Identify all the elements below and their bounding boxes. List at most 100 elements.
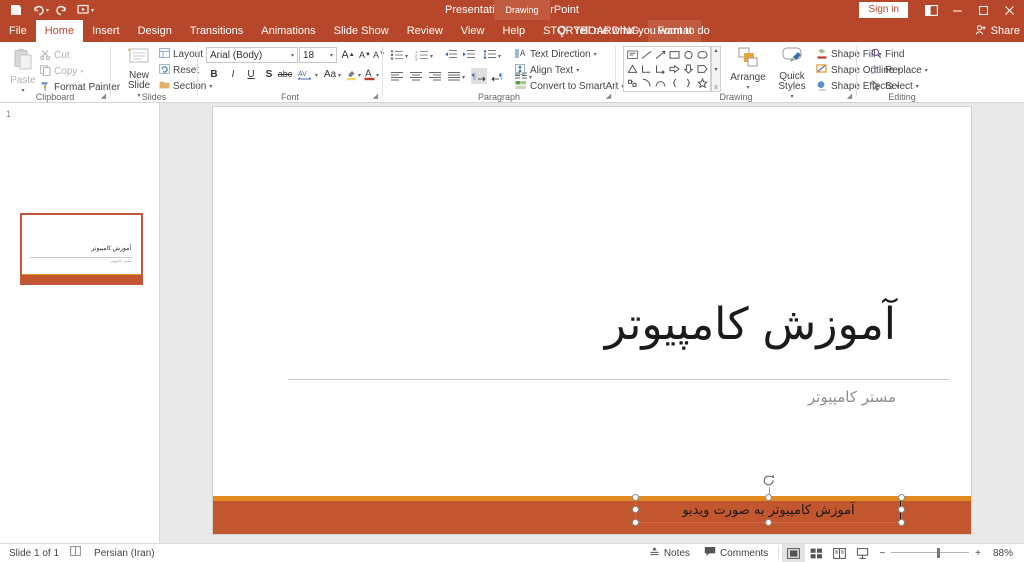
find-button[interactable]: Find (871, 47, 904, 62)
shape-star-icon[interactable] (695, 76, 709, 90)
replace-dropdown-icon[interactable]: ▾ (925, 67, 928, 74)
minimize-icon[interactable] (944, 0, 970, 20)
language-label[interactable]: Persian (Iran) (94, 548, 155, 559)
bullets-dropdown-icon[interactable]: ▾ (405, 53, 408, 60)
shape-arrow-icon[interactable] (653, 48, 667, 62)
close-icon[interactable] (996, 0, 1022, 20)
normal-view-button[interactable] (782, 544, 806, 562)
slide-canvas[interactable]: آموزش کامپیوتر مستر کامپیوتر آموزش کامپی… (213, 107, 971, 534)
tab-view[interactable]: View (452, 20, 494, 42)
font-size-dropdown-icon[interactable]: ▾ (327, 52, 333, 59)
align-center-button[interactable] (408, 68, 424, 84)
change-case-button[interactable]: Aa (322, 66, 338, 82)
replace-button[interactable]: ab abc Replace ▾ (871, 63, 928, 78)
justify-dropdown-icon[interactable]: ▾ (462, 74, 465, 81)
numbering-dropdown-icon[interactable]: ▾ (430, 53, 433, 60)
comments-button[interactable]: Comments (697, 544, 775, 562)
slide-sorter-view-button[interactable] (805, 544, 828, 562)
paste-button[interactable]: Paste ▾ (6, 48, 40, 97)
notes-button[interactable]: Notes (642, 544, 697, 562)
resize-handle-top-left[interactable] (632, 494, 639, 501)
drawing-dialog-launcher[interactable]: ◢ (845, 92, 854, 101)
shape-down-arrow-icon[interactable] (681, 62, 695, 76)
left-to-right-button[interactable]: ¶ (471, 68, 487, 84)
sign-in-button[interactable]: Sign in (859, 2, 908, 18)
underline-button[interactable]: U (243, 66, 259, 82)
resize-handle-middle-right[interactable] (898, 506, 905, 513)
copy-dropdown-icon[interactable]: ▾ (80, 68, 83, 75)
paragraph-dialog-launcher[interactable]: ◢ (604, 92, 613, 101)
gallery-scroll-down-icon[interactable]: ▾ (714, 66, 717, 73)
shape-curve-icon[interactable] (653, 76, 667, 90)
slide-show-button[interactable] (851, 544, 874, 562)
tab-animations[interactable]: Animations (252, 20, 324, 42)
italic-button[interactable]: I (225, 66, 241, 82)
shape-elbow-connector-icon[interactable] (639, 62, 653, 76)
line-spacing-dropdown-icon[interactable]: ▾ (498, 53, 501, 60)
bullets-button[interactable] (389, 47, 405, 63)
font-size-input[interactable]: 18 ▾ (299, 47, 337, 63)
tab-insert[interactable]: Insert (83, 20, 129, 42)
zoom-level-label[interactable]: 88% (987, 548, 1013, 559)
tab-design[interactable]: Design (129, 20, 181, 42)
text-shadow-button[interactable]: S (261, 66, 277, 82)
zoom-slider-thumb[interactable] (937, 548, 941, 558)
cut-button[interactable]: Cut (40, 48, 70, 63)
resize-handle-top-right[interactable] (898, 494, 905, 501)
select-dropdown-icon[interactable]: ▾ (916, 83, 919, 90)
accessibility-checker-icon[interactable] (70, 546, 83, 560)
tab-review[interactable]: Review (398, 20, 452, 42)
align-text-dropdown-icon[interactable]: ▾ (576, 67, 579, 74)
shape-line-icon[interactable] (639, 48, 653, 62)
zoom-in-button[interactable]: + (975, 548, 981, 559)
shape-right-arrow-icon[interactable] (667, 62, 681, 76)
slide-count-label[interactable]: Slide 1 of 1 (9, 548, 59, 559)
strikethrough-button[interactable]: abc (277, 66, 293, 82)
shapes-gallery[interactable] (623, 46, 711, 92)
shape-oval-icon[interactable] (681, 48, 695, 62)
shape-right-brace-icon[interactable] (681, 76, 695, 90)
zoom-control[interactable]: − + 88% (874, 548, 1018, 559)
justify-button[interactable] (446, 68, 462, 84)
gallery-scroll-up-icon[interactable]: ▴ (714, 47, 717, 54)
share-button[interactable]: Share (975, 20, 1020, 42)
slide-subtitle-placeholder[interactable]: مستر کامپیوتر (396, 388, 896, 406)
reading-view-button[interactable] (828, 544, 851, 562)
resize-handle-bottom-center[interactable] (764, 519, 772, 526)
tab-transitions[interactable]: Transitions (181, 20, 252, 42)
change-case-dropdown-icon[interactable]: ▾ (338, 72, 341, 79)
right-to-left-button[interactable]: ¶ (490, 68, 506, 84)
slide-title-placeholder[interactable]: آموزش کامپیوتر (296, 299, 896, 351)
bold-button[interactable]: B (206, 66, 222, 82)
font-name-dropdown-icon[interactable]: ▾ (288, 52, 294, 59)
text-highlight-dropdown-icon[interactable]: ▾ (358, 72, 361, 79)
align-left-button[interactable] (389, 68, 405, 84)
clipboard-dialog-launcher[interactable]: ◢ (99, 92, 108, 101)
shape-triangle-icon[interactable] (625, 62, 639, 76)
character-spacing-button[interactable]: AV (297, 66, 314, 82)
copy-button[interactable]: Copy ▾ (40, 64, 83, 79)
resize-handle-bottom-left[interactable] (632, 519, 639, 526)
shape-left-brace-icon[interactable] (667, 76, 681, 90)
line-spacing-button[interactable] (482, 47, 498, 63)
decrease-indent-button[interactable] (443, 47, 459, 63)
selected-textbox[interactable]: آموزش کامپیوتر به صورت ویدیو (632, 474, 905, 526)
numbering-button[interactable]: 123 (414, 47, 430, 63)
font-dialog-launcher[interactable]: ◢ (371, 92, 380, 101)
shape-elbow-arrow-icon[interactable] (653, 62, 667, 76)
tab-slide-show[interactable]: Slide Show (325, 20, 398, 42)
tab-help[interactable]: Help (493, 20, 534, 42)
text-direction-button[interactable]: A Text Direction ▾ (515, 47, 597, 62)
maximize-icon[interactable] (970, 0, 996, 20)
resize-handle-top-center[interactable] (764, 494, 772, 501)
slide-thumbnail-1[interactable]: آموزش کامپیوتر مستر کامپیوتر (20, 213, 143, 285)
zoom-out-button[interactable]: − (879, 548, 885, 559)
ribbon-display-options-icon[interactable] (918, 0, 944, 20)
character-spacing-dropdown-icon[interactable]: ▾ (315, 72, 318, 79)
gallery-more-icon[interactable]: ≡ (714, 85, 718, 91)
align-text-button[interactable]: Align Text ▾ (515, 63, 579, 78)
shapes-gallery-scrollbar[interactable]: ▴ ▾ ≡ (711, 46, 721, 92)
zoom-slider[interactable] (891, 548, 970, 558)
shape-arc-icon[interactable] (639, 76, 653, 90)
shape-rounded-rect-icon[interactable] (695, 48, 709, 62)
